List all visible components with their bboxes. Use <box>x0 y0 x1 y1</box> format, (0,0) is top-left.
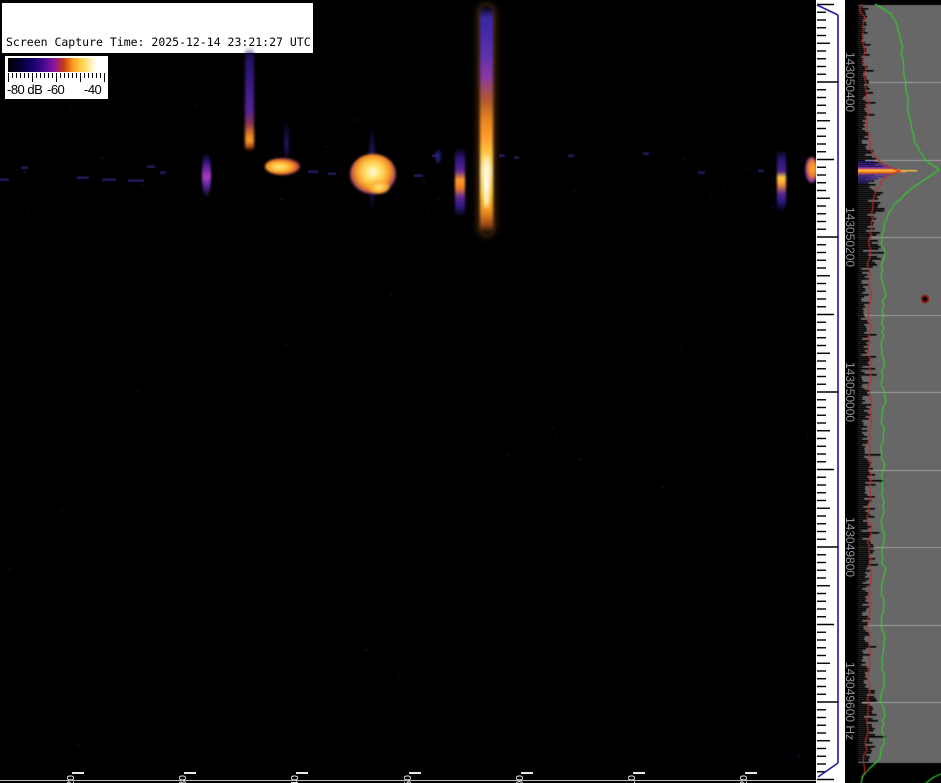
capture-time-text: Screen Capture Time: 2025-12-14 23:21:27… <box>6 35 313 50</box>
echo-streak-6 <box>455 147 465 217</box>
echo-dash-2 <box>202 152 211 198</box>
waterfall-display: Screen Capture Time: 2025-12-14 23:21:27… <box>0 0 816 783</box>
spectrogram-screen-capture: Screen Capture Time: 2025-12-14 23:21:27… <box>0 0 941 783</box>
color-scale-legend: -80 dB -60 -40 <box>5 56 108 99</box>
frequency-axis-label: 143050400 <box>843 52 857 112</box>
time-axis-label: 2025-12-14 23:20:50 <box>402 775 414 783</box>
echo-streak-1 <box>245 47 254 151</box>
legend-tick <box>64 73 65 78</box>
frequency-axis-label: 143049800 <box>843 517 857 577</box>
frequency-axis-label: 143049600 Hz <box>843 662 857 740</box>
legend-tick <box>24 73 25 78</box>
legend-tick <box>16 73 17 78</box>
config-text: Config = V8 <box>6 125 313 140</box>
legend-tick <box>12 73 13 78</box>
echo-dot-5 <box>435 150 441 163</box>
legend-label: -80 dB <box>7 82 42 97</box>
echo-streak-7-core <box>484 152 489 210</box>
legend-tick <box>40 73 41 78</box>
legend-tick <box>68 73 69 78</box>
legend-tick <box>32 73 33 82</box>
legend-tick <box>48 73 49 78</box>
echo-blob-3 <box>265 158 300 175</box>
colormap-gradient-bar <box>8 58 104 72</box>
time-axis-tick <box>521 772 533 774</box>
time-axis-tick <box>184 772 196 774</box>
frequency-ruler <box>816 0 845 783</box>
legend-tick <box>96 73 97 78</box>
echo-blob-4b <box>368 180 390 194</box>
legend-tick <box>44 73 45 78</box>
frequency-axis-label: 143050000 <box>843 362 857 422</box>
legend-tick <box>28 73 29 78</box>
legend-tick <box>36 73 37 78</box>
colormap-scale-labels: -80 dB -60 -40 <box>5 82 108 98</box>
legend-tick <box>76 73 77 78</box>
legend-tick <box>80 73 81 82</box>
echo-streak-8 <box>777 149 786 211</box>
time-axis-tick <box>409 772 421 774</box>
legend-tick <box>100 73 101 78</box>
side-spectrum-panel <box>858 0 941 783</box>
time-axis-tick <box>633 772 645 774</box>
frequency-axis-labels: 143050400 143050200 143050000 143049800 1430… <box>845 0 858 783</box>
time-axis-label: 2025-12-14 23:20:40 <box>289 775 301 783</box>
legend-tick <box>8 73 9 82</box>
legend-tick <box>104 73 105 82</box>
time-axis-label: 2025-12-14 23:20:30 <box>177 775 189 783</box>
legend-tick <box>92 73 93 78</box>
legend-tick <box>20 73 21 78</box>
colormap-scale-ticks <box>8 73 104 82</box>
time-axis-tick <box>296 772 308 774</box>
time-axis-tick <box>72 772 84 774</box>
legend-tick <box>52 73 53 78</box>
legend-tick <box>88 73 89 78</box>
legend-tick <box>60 73 61 78</box>
frequency-ruler-ticks <box>816 0 845 783</box>
legend-tick <box>84 73 85 78</box>
legend-label: -60 <box>47 82 64 97</box>
legend-label: -40 <box>84 82 101 97</box>
frequency-axis-label: 143050200 <box>843 207 857 267</box>
time-axis-tick <box>745 772 757 774</box>
legend-tick <box>56 73 57 82</box>
capture-info-box: Screen Capture Time: 2025-12-14 23:21:27… <box>2 3 313 53</box>
time-axis-label: 2025-12-14 23:21:10 <box>626 775 638 783</box>
time-axis-label: 2025-12-14 23:21:00 <box>514 775 526 783</box>
side-spectrum-canvas <box>858 0 941 783</box>
bottom-border-line <box>0 780 816 781</box>
legend-tick <box>72 73 73 78</box>
time-axis-label: 2025-12-14 23:21:20 <box>738 775 750 783</box>
time-axis-label: 2025-12-14 23:20:20 <box>65 775 77 783</box>
